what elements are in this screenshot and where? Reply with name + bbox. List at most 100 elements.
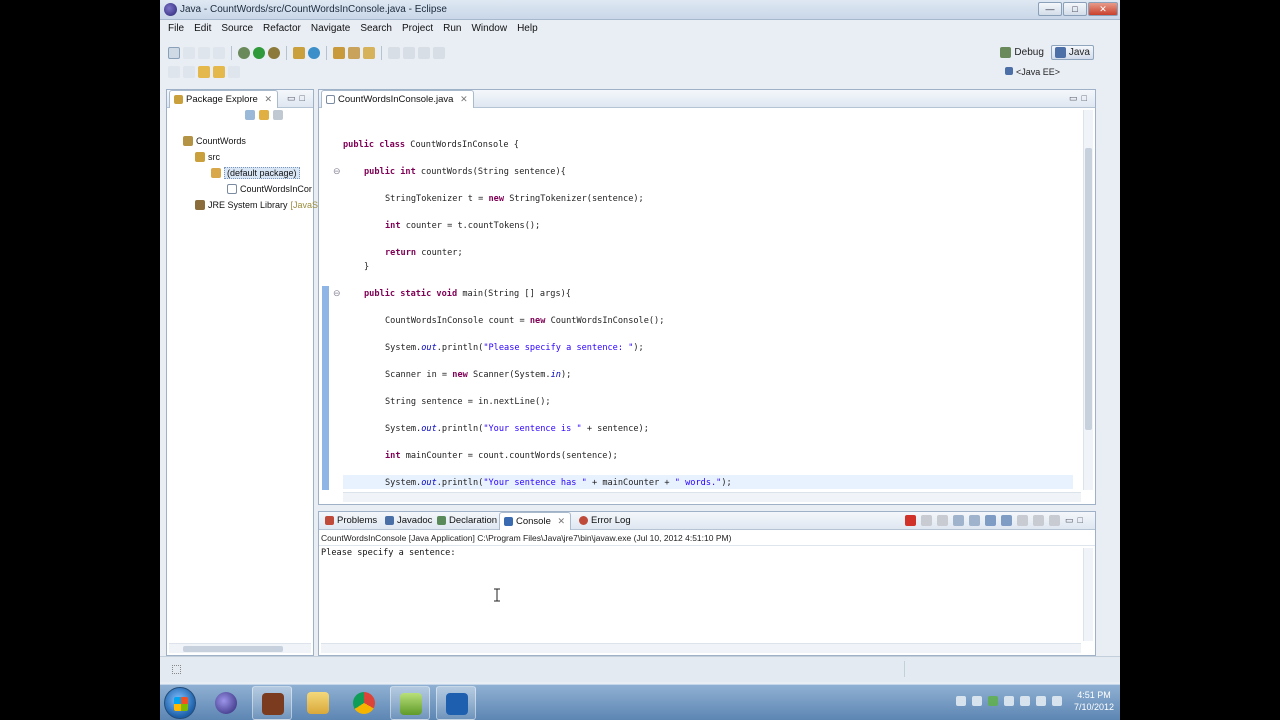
menu-window[interactable]: Window [467, 20, 513, 37]
fold-icon[interactable]: ⊖ [333, 288, 341, 299]
fold-icon[interactable]: ⊖ [333, 166, 341, 177]
tray-security-icon[interactable] [971, 696, 982, 706]
tree-item-project[interactable]: CountWords [183, 134, 246, 148]
remove-all-icon[interactable] [937, 515, 949, 526]
search-icon[interactable] [363, 47, 375, 59]
package-explorer-hscroll[interactable] [169, 643, 311, 653]
navigate-back-icon[interactable] [198, 66, 210, 78]
editor-hscroll[interactable] [343, 492, 1081, 502]
toggle-mark-icon[interactable] [183, 66, 195, 78]
java-perspective-button[interactable]: Java [1050, 45, 1094, 60]
tray-power-icon[interactable] [1035, 696, 1046, 706]
tab-javadoc[interactable]: Javadoc [381, 512, 437, 530]
tray-flag-icon[interactable] [1051, 696, 1062, 706]
code-line: public class CountWordsInConsole { [343, 140, 519, 150]
tab-declaration[interactable]: Declaration [433, 512, 502, 530]
save-icon[interactable] [183, 47, 195, 59]
menu-project[interactable]: Project [398, 20, 439, 37]
navigate-forward-icon[interactable] [213, 66, 225, 78]
java-perspective-icon [1054, 47, 1066, 58]
pin-icon[interactable] [168, 66, 180, 78]
remove-launch-icon[interactable] [921, 515, 933, 526]
tree-item-src[interactable]: src [195, 150, 220, 164]
menu-help[interactable]: Help [513, 20, 544, 37]
clear-console-icon[interactable] [953, 515, 965, 526]
view-minimize-maximize[interactable]: ▭□ [1065, 515, 1087, 526]
run-icon[interactable] [253, 47, 265, 59]
console-vscroll[interactable] [1083, 548, 1093, 641]
java-file-icon [227, 184, 237, 194]
tab-editor-file[interactable]: CountWordsInConsole.java ✕ [321, 90, 474, 108]
display-console-icon[interactable] [1033, 515, 1045, 526]
view-minimize-maximize[interactable]: ▭□ [1069, 93, 1091, 104]
close-tab-icon[interactable]: ✕ [558, 516, 566, 526]
menu-file[interactable]: File [164, 20, 190, 37]
open-console-icon[interactable] [1049, 515, 1061, 526]
link-with-editor-icon[interactable] [259, 110, 269, 120]
maximize-button[interactable]: □ [1063, 2, 1087, 16]
folder-icon [307, 692, 329, 714]
close-tab-icon[interactable]: ✕ [460, 94, 468, 104]
tray-volume-icon[interactable] [1019, 696, 1030, 706]
tab-console[interactable]: Console ✕ [499, 512, 572, 530]
show-on-error-icon[interactable] [1001, 515, 1013, 526]
taskbar-app-icon[interactable] [252, 686, 292, 720]
open-type-icon[interactable] [333, 47, 345, 59]
editor-vscroll[interactable] [1083, 110, 1093, 490]
menu-run[interactable]: Run [439, 20, 467, 37]
code-editor[interactable]: public class CountWordsInConsole { publi… [343, 110, 1075, 490]
debug-perspective-button[interactable]: Debug [997, 46, 1046, 59]
code-line: System.out.println("Your sentence has " … [385, 478, 732, 488]
tray-app-icon[interactable] [987, 696, 998, 706]
javaee-perspective-button[interactable]: <Java EE> [1005, 67, 1060, 77]
terminate-icon[interactable] [905, 515, 917, 526]
console-output[interactable]: Please specify a sentence: [321, 548, 456, 558]
close-button[interactable]: ✕ [1088, 2, 1118, 16]
print-icon[interactable] [213, 47, 225, 59]
open-task-icon[interactable] [348, 47, 360, 59]
close-tab-icon[interactable]: ✕ [264, 94, 272, 104]
collapse-all-icon[interactable] [245, 110, 255, 120]
tab-problems[interactable]: Problems [321, 512, 382, 530]
tray-search-icon[interactable] [955, 696, 966, 706]
taskbar-clock[interactable]: 4:51 PM 7/10/2012 [1074, 689, 1114, 713]
history-icon[interactable] [228, 66, 240, 78]
console-hscroll[interactable] [321, 643, 1081, 653]
menu-search[interactable]: Search [356, 20, 398, 37]
external-tools-icon[interactable] [268, 47, 280, 59]
back-icon[interactable] [433, 47, 445, 59]
taskbar-eclipse-icon[interactable] [206, 686, 246, 720]
save-all-icon[interactable] [198, 47, 210, 59]
debug-icon[interactable] [238, 47, 250, 59]
next-annotation-icon[interactable] [388, 47, 400, 59]
scroll-lock-icon[interactable] [969, 515, 981, 526]
menu-navigate[interactable]: Navigate [307, 20, 356, 37]
error-log-icon [579, 516, 588, 525]
show-on-output-icon[interactable] [985, 515, 997, 526]
scroll-thumb[interactable] [183, 646, 283, 652]
tree-item-jre[interactable]: JRE System Library [JavaS [195, 198, 318, 212]
tab-package-explorer[interactable]: Package Explore ✕ [169, 90, 279, 108]
menu-source[interactable]: Source [217, 20, 259, 37]
start-button[interactable] [164, 687, 196, 719]
tray-network-icon[interactable] [1003, 696, 1014, 706]
taskbar-chrome-icon[interactable] [344, 686, 384, 720]
menu-refactor[interactable]: Refactor [259, 20, 307, 37]
new-icon[interactable] [168, 47, 180, 59]
taskbar-vs-icon[interactable] [436, 686, 476, 720]
minimize-button[interactable]: — [1038, 2, 1062, 16]
tab-error-log[interactable]: Error Log [575, 512, 636, 530]
view-minimize-maximize[interactable]: ▭□ [287, 93, 309, 104]
taskbar-explorer-icon[interactable] [298, 686, 338, 720]
view-menu-icon[interactable] [273, 110, 283, 120]
tree-item-package[interactable]: (default package) [211, 166, 300, 180]
new-java-project-icon[interactable] [293, 47, 305, 59]
taskbar-notepad-icon[interactable] [390, 686, 430, 720]
new-class-icon[interactable] [308, 47, 320, 59]
pin-console-icon[interactable] [1017, 515, 1029, 526]
scroll-thumb[interactable] [1085, 148, 1092, 430]
previous-annotation-icon[interactable] [403, 47, 415, 59]
last-edit-icon[interactable] [418, 47, 430, 59]
menu-edit[interactable]: Edit [190, 20, 217, 37]
tree-item-java-file[interactable]: CountWordsInCor [227, 182, 312, 196]
